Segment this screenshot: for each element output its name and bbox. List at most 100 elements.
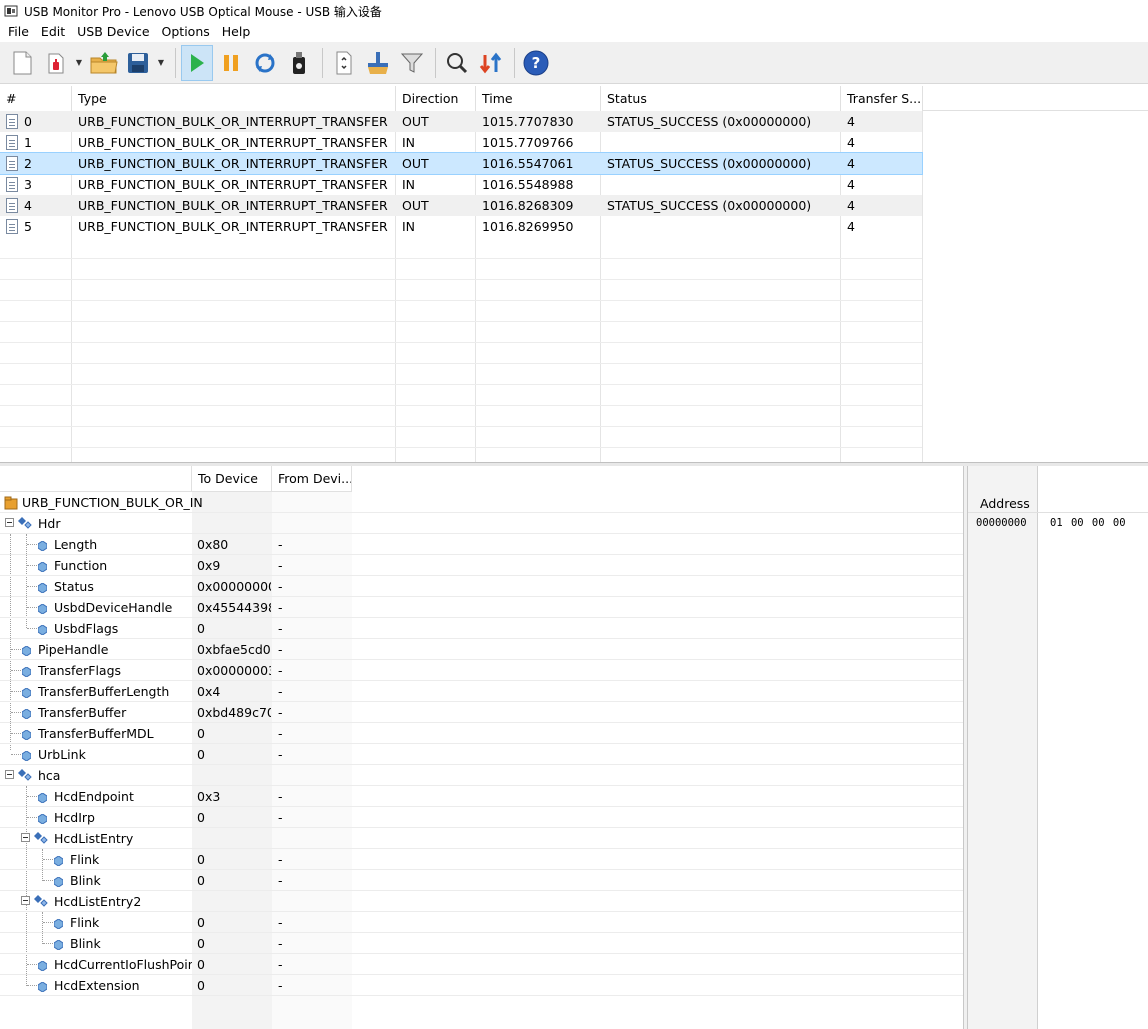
tree-node-hcd-endpoint[interactable]: HcdEndpoint 0x3 - <box>0 786 963 807</box>
start-icon[interactable] <box>181 44 213 81</box>
field-icon <box>21 708 32 720</box>
properties-icon[interactable] <box>328 45 360 81</box>
tree-node-hdr[interactable]: Hdr <box>0 513 963 534</box>
tree-node-label: TransferBuffer <box>38 705 127 720</box>
packet-icon <box>6 177 18 192</box>
device-icon[interactable] <box>283 45 315 81</box>
tree-node-transfer-flags[interactable]: TransferFlags 0x00000003 ( - <box>0 660 963 681</box>
tree-node-hcd-current-io-flush-pointer[interactable]: HcdCurrentIoFlushPointer 0 - <box>0 954 963 975</box>
cell-number: 3 <box>24 177 32 192</box>
tree-node-usbd-flags[interactable]: UsbdFlags 0 - <box>0 618 963 639</box>
help-icon[interactable]: ? <box>520 45 552 81</box>
hex-bytes[interactable]: 01 00 00 00 <box>1050 517 1126 529</box>
packet-icon <box>6 156 18 171</box>
field-icon <box>53 939 64 951</box>
tree-node-transfer-buffer[interactable]: TransferBuffer 0xbd489c70 - <box>0 702 963 723</box>
open-folder-icon[interactable] <box>88 45 120 81</box>
collapse-toggle-icon[interactable] <box>21 896 30 905</box>
tree-node-label: TransferFlags <box>38 663 122 678</box>
search-icon[interactable] <box>441 45 473 81</box>
column-header-type[interactable]: Type <box>72 86 396 111</box>
tree-node-transfer-buffer-length[interactable]: TransferBufferLength 0x4 - <box>0 681 963 702</box>
tree-node-flink[interactable]: Flink 0 - <box>0 912 963 933</box>
tree-node-hcd-list-entry2[interactable]: HcdListEntry2 <box>0 891 963 912</box>
collapse-toggle-icon[interactable] <box>21 833 30 842</box>
tree-node-from-device-value: - <box>278 705 283 720</box>
tree-node-flink[interactable]: Flink 0 - <box>0 849 963 870</box>
tree-node-transfer-buffer-mdl[interactable]: TransferBufferMDL 0 - <box>0 723 963 744</box>
tree-node-hcd-irp[interactable]: HcdIrp 0 - <box>0 807 963 828</box>
cell-direction: IN <box>402 177 416 192</box>
table-row[interactable]: 3 URB_FUNCTION_BULK_OR_INTERRUPT_TRANSFE… <box>0 174 922 195</box>
cell-direction: OUT <box>402 156 429 171</box>
cell-number: 4 <box>24 198 32 213</box>
tree-root[interactable]: URB_FUNCTION_BULK_OR_IN <box>0 492 963 513</box>
tree-node-to-device-value: 0 <box>197 747 205 762</box>
menu-help[interactable]: Help <box>216 22 257 42</box>
tree-node-from-device-value: - <box>278 873 283 888</box>
open-device-icon[interactable] <box>40 45 72 81</box>
tree-node-label: HcdCurrentIoFlushPointer <box>54 957 192 972</box>
menu-file[interactable]: File <box>2 22 35 42</box>
tree-node-length[interactable]: Length 0x80 - <box>0 534 963 555</box>
save-dropdown-icon[interactable]: ▼ <box>156 45 166 81</box>
filter-icon[interactable] <box>396 45 428 81</box>
tree-node-from-device-value: - <box>278 726 283 741</box>
cell-size: 4 <box>847 156 855 171</box>
save-icon[interactable] <box>122 45 154 81</box>
tree-node-usbd-device-handle[interactable]: UsbdDeviceHandle 0x45544398 - <box>0 597 963 618</box>
refresh-icon[interactable] <box>249 45 281 81</box>
new-icon[interactable] <box>6 45 38 81</box>
clear-icon[interactable] <box>362 45 394 81</box>
tree-node-from-device-value: - <box>278 684 283 699</box>
collapse-toggle-icon[interactable] <box>5 770 14 779</box>
open-device-dropdown-icon[interactable]: ▼ <box>74 45 84 81</box>
tree-node-label: UrbLink <box>38 747 86 762</box>
tree-node-pipe-handle[interactable]: PipeHandle 0xbfae5cd0 - <box>0 639 963 660</box>
tree-node-from-device-value: - <box>278 642 283 657</box>
sort-icon[interactable] <box>475 45 507 81</box>
column-header-direction[interactable]: Direction <box>396 86 476 111</box>
tree-node-blink[interactable]: Blink 0 - <box>0 933 963 954</box>
collapse-toggle-icon[interactable] <box>5 518 14 527</box>
cell-type: URB_FUNCTION_BULK_OR_INTERRUPT_TRANSFER <box>78 219 388 234</box>
tree-node-label: HcdIrp <box>54 810 95 825</box>
cell-type: URB_FUNCTION_BULK_OR_INTERRUPT_TRANSFER <box>78 177 388 192</box>
toolbar-separator <box>514 47 515 78</box>
table-row[interactable]: 1 URB_FUNCTION_BULK_OR_INTERRUPT_TRANSFE… <box>0 132 922 153</box>
tree-node-hcd-extension[interactable]: HcdExtension 0 - <box>0 975 963 996</box>
tree-node-hca[interactable]: hca <box>0 765 963 786</box>
cell-time: 1016.5547061 <box>482 156 574 171</box>
tree-node-status[interactable]: Status 0x00000000 ( - <box>0 576 963 597</box>
field-icon <box>21 666 32 678</box>
tree-node-label: HcdExtension <box>54 978 140 993</box>
field-icon <box>37 981 48 993</box>
tree-node-to-device-value: 0x00000003 ( <box>197 663 271 678</box>
menu-usb-device[interactable]: USB Device <box>71 22 155 42</box>
table-row-selected[interactable]: 2 URB_FUNCTION_BULK_OR_INTERRUPT_TRANSFE… <box>0 152 923 175</box>
cell-direction: IN <box>402 135 416 150</box>
menu-options[interactable]: Options <box>156 22 216 42</box>
tree-node-function[interactable]: Function 0x9 - <box>0 555 963 576</box>
cell-size: 4 <box>847 177 855 192</box>
struct-node-icon <box>33 831 49 845</box>
table-row[interactable]: 4 URB_FUNCTION_BULK_OR_INTERRUPT_TRANSFE… <box>0 195 922 216</box>
pause-icon[interactable] <box>215 45 247 81</box>
table-row[interactable]: 5 URB_FUNCTION_BULK_OR_INTERRUPT_TRANSFE… <box>0 216 922 237</box>
column-header-time[interactable]: Time <box>476 86 601 111</box>
tree-column-header-to-device[interactable]: To Device <box>192 466 272 492</box>
tree-node-hcd-list-entry[interactable]: HcdListEntry <box>0 828 963 849</box>
tree-node-urb-link[interactable]: UrbLink 0 - <box>0 744 963 765</box>
tree-node-to-device-value: 0xbfae5cd0 <box>197 642 271 657</box>
table-row[interactable]: 0 URB_FUNCTION_BULK_OR_INTERRUPT_TRANSFE… <box>0 111 922 132</box>
column-header-status[interactable]: Status <box>601 86 841 111</box>
column-header-transfer-size[interactable]: Transfer S... <box>841 86 923 111</box>
menu-edit[interactable]: Edit <box>35 22 71 42</box>
column-header-number[interactable]: # <box>0 86 72 111</box>
tree-column-header-name[interactable] <box>0 466 192 492</box>
cell-number: 5 <box>24 219 32 234</box>
tree-node-blink[interactable]: Blink 0 - <box>0 870 963 891</box>
tree-column-header-from-device[interactable]: From Devi... <box>272 466 352 492</box>
address-column <box>968 466 1038 1029</box>
tree-node-label: TransferBufferLength <box>38 684 170 699</box>
